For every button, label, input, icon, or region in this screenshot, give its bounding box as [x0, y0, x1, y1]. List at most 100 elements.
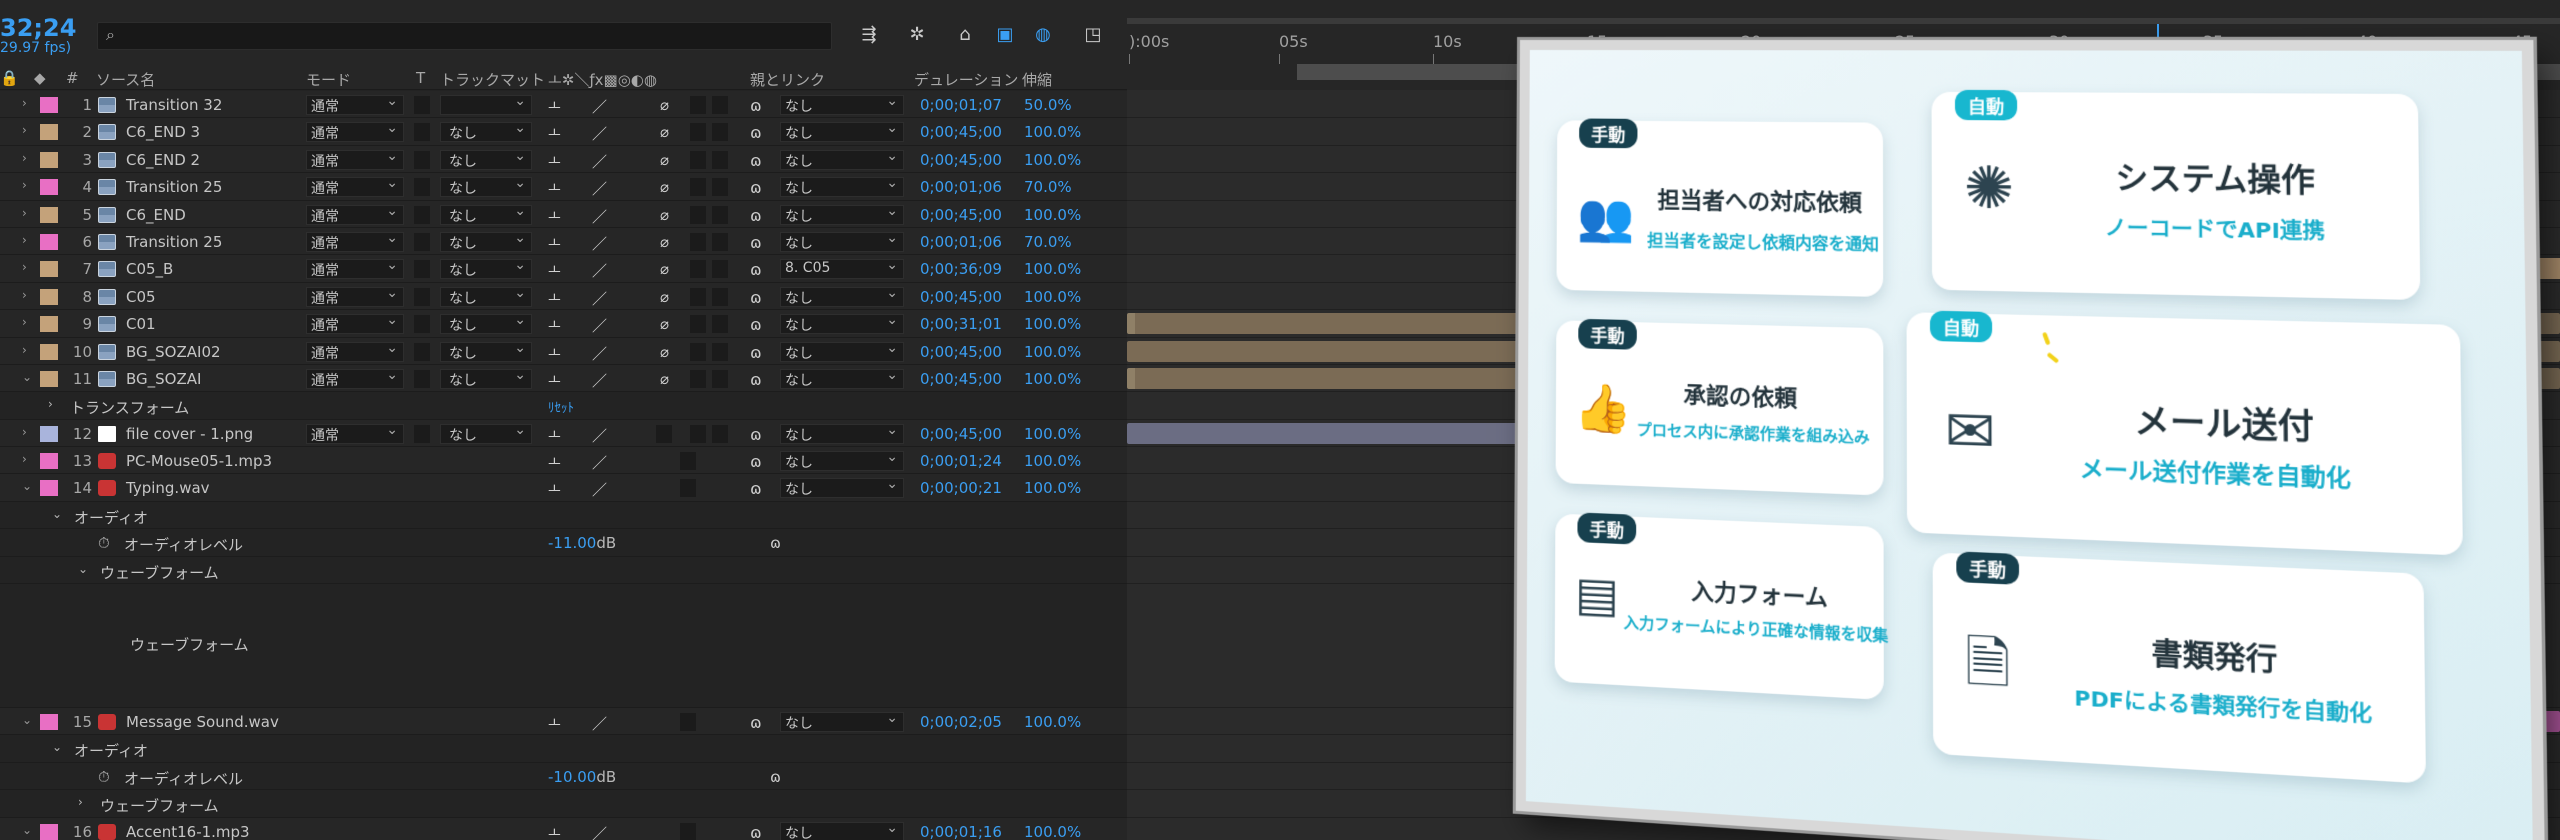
fx-switch-icon[interactable]: ⌀ [660, 96, 669, 114]
draft-3d-icon[interactable]: ✲ [904, 22, 930, 48]
twirl-right-icon[interactable]: › [22, 315, 27, 329]
parent-select[interactable]: なし [780, 710, 904, 733]
twirl-down-icon[interactable]: ⌄ [52, 507, 62, 521]
layer-name[interactable]: Transition 32 [126, 96, 222, 114]
mode-column[interactable]: モード [306, 69, 351, 90]
track-matte-select[interactable]: なし [440, 175, 532, 198]
blend-mode-select[interactable]: 通常 [306, 175, 404, 198]
waveform-group-row[interactable]: › ウェーブフォーム [0, 790, 1127, 818]
twirl-right-icon[interactable]: › [22, 96, 27, 110]
transform-row[interactable]: › トランスフォーム ﾘｾｯﾄ [0, 392, 1127, 420]
layer-duration[interactable]: 0;00;01;07 [920, 96, 1002, 114]
layer-name[interactable]: C05_B [126, 260, 173, 278]
duration-column[interactable]: デュレーション [914, 69, 1018, 90]
fx-switch-icon[interactable]: ⌀ [660, 206, 669, 224]
layer-row[interactable]: › 7 C05_B 通常 なしㅗ ／ ⌀ ɷ 8. C05 0;00;36;09 100.0% [0, 255, 1127, 283]
layer-duration[interactable]: 0;00;45;00 [920, 425, 1002, 443]
blend-mode-select[interactable]: 通常 [306, 367, 404, 389]
pickwhip-icon[interactable]: ɷ [750, 479, 762, 498]
adjustment-switch[interactable] [680, 822, 696, 840]
track-matte-select[interactable]: なし [440, 422, 532, 444]
parent-select[interactable]: なし [780, 820, 904, 840]
preserve-transparency-toggle[interactable] [414, 205, 430, 224]
layer-stretch[interactable]: 100.0% [1024, 206, 1081, 224]
quality-switch-icon[interactable]: ／ [592, 260, 607, 281]
layer-name[interactable]: Transition 25 [126, 178, 222, 196]
label-color-swatch[interactable] [40, 97, 58, 113]
layer-row[interactable]: ›8C05通常なしㅗ／⌀ɷなし0;00;45;00100.0% [0, 282, 1127, 311]
quality-switch-icon[interactable]: ／ [592, 452, 607, 473]
parent-select[interactable]: なし [780, 476, 904, 499]
preserve-transparency-toggle[interactable] [414, 178, 430, 197]
shy-switch-icon[interactable]: ㅗ [548, 260, 561, 280]
quality-switch-icon[interactable]: ／ [592, 370, 607, 391]
t-column[interactable]: T [416, 69, 425, 87]
parent-select[interactable]: なし [780, 340, 904, 362]
twirl-down-icon[interactable]: ⌄ [52, 740, 62, 754]
fx-switch-icon[interactable]: ⌀ [660, 233, 669, 251]
twirl-right-icon[interactable]: › [22, 288, 27, 302]
audio-level-value[interactable]: -10.00 [548, 768, 596, 786]
fx-switch-icon[interactable]: ⌀ [660, 315, 669, 333]
pickwhip-icon[interactable]: ɷ [750, 713, 762, 732]
lock-column-icon[interactable]: 🔒 [0, 69, 19, 87]
blend-mode-select[interactable]: 通常 [306, 120, 404, 143]
preserve-transparency-toggle[interactable] [414, 315, 430, 334]
quality-switch-icon[interactable]: ／ [592, 123, 607, 144]
blend-mode-select[interactable]: 通常 [306, 230, 404, 252]
twirl-right-icon[interactable]: › [22, 206, 27, 220]
parent-select[interactable]: なし [780, 93, 904, 115]
layer-name[interactable]: Transition 25 [126, 233, 222, 251]
quality-switch-icon[interactable]: ／ [592, 206, 607, 227]
layer-row[interactable]: ›12file cover - 1.png通常なしㅗ／ɷなし0;00;45;00… [0, 419, 1127, 448]
layer-row[interactable]: ⌄11BG_SOZAI通常なしㅗ／⌀ɷなし0;00;45;00100.0% [0, 364, 1127, 393]
pickwhip-icon[interactable]: ɷ [750, 260, 762, 279]
quality-switch-icon[interactable]: ／ [592, 151, 607, 172]
pickwhip-icon[interactable]: ɷ [770, 768, 781, 786]
twirl-right-icon[interactable]: › [22, 178, 27, 192]
shy-layers-icon[interactable]: ⌂ [952, 22, 978, 48]
pickwhip-icon[interactable]: ɷ [750, 425, 762, 444]
shy-switch-icon[interactable]: ㅗ [548, 315, 561, 335]
quality-switch-icon[interactable]: ／ [592, 479, 607, 500]
parent-select[interactable]: なし [780, 285, 904, 307]
blend-mode-select[interactable]: 通常 [306, 422, 404, 444]
layer-stretch[interactable]: 70.0% [1024, 233, 1072, 251]
layer-duration[interactable]: 0;00;01;16 [920, 823, 1002, 840]
label-color-swatch[interactable] [40, 206, 58, 223]
layer-duration[interactable]: 0;00;45;00 [920, 123, 1002, 141]
layer-stretch[interactable]: 100.0% [1024, 343, 1081, 361]
layer-duration[interactable]: 0;00;01;06 [920, 178, 1002, 196]
layer-duration[interactable]: 0;00;45;00 [920, 370, 1002, 388]
number-column[interactable]: # [66, 69, 79, 87]
adjustment-switch[interactable] [680, 479, 696, 498]
track-matte-select[interactable]: なし [440, 230, 532, 252]
layer-duration[interactable]: 0;00;01;06 [920, 233, 1002, 251]
twirl-down-icon[interactable]: ⌄ [22, 713, 32, 727]
parent-select[interactable]: なし [780, 230, 904, 252]
motion-blur-switch[interactable] [690, 232, 706, 251]
twirl-down-icon[interactable]: ⌄ [78, 562, 88, 576]
label-color-swatch[interactable] [40, 453, 58, 470]
track-matte-select[interactable]: なし [440, 120, 532, 143]
label-color-swatch[interactable] [40, 343, 58, 360]
fx-switch-icon[interactable]: ⌀ [660, 178, 669, 196]
motion-blur-switch[interactable] [690, 205, 706, 224]
layer-row[interactable]: ⌄ 16 Accent16-1.mp3 ㅗ ／ ɷ なし 0;00;01;16 … [0, 817, 1127, 840]
audio-level-value[interactable]: -11.00 [548, 534, 596, 552]
pickwhip-icon[interactable]: ɷ [750, 151, 762, 170]
graph-editor-icon[interactable]: ◳ [1080, 22, 1106, 48]
layer-name[interactable]: Message Sound.wav [126, 713, 279, 731]
pickwhip-icon[interactable]: ɷ [750, 178, 762, 197]
layer-name[interactable]: C6_END 3 [126, 123, 200, 141]
frame-blending-icon[interactable]: ▣ [992, 22, 1018, 48]
layer-name[interactable]: C05 [126, 288, 156, 306]
twirl-down-icon[interactable]: ⌄ [22, 370, 32, 384]
preserve-transparency-toggle[interactable] [414, 342, 430, 361]
label-column-icon[interactable]: ◆ [34, 69, 46, 87]
adjustment-switch[interactable] [712, 260, 728, 279]
parent-select[interactable]: なし [780, 367, 904, 389]
pickwhip-icon[interactable]: ɷ [750, 288, 762, 307]
fx-switch-icon[interactable]: ⌀ [660, 343, 669, 361]
layer-row[interactable]: › 13 PC-Mouse05-1.mp3 ㅗ ／ ɷ なし 0;00;01;24 100.0% [0, 447, 1127, 475]
